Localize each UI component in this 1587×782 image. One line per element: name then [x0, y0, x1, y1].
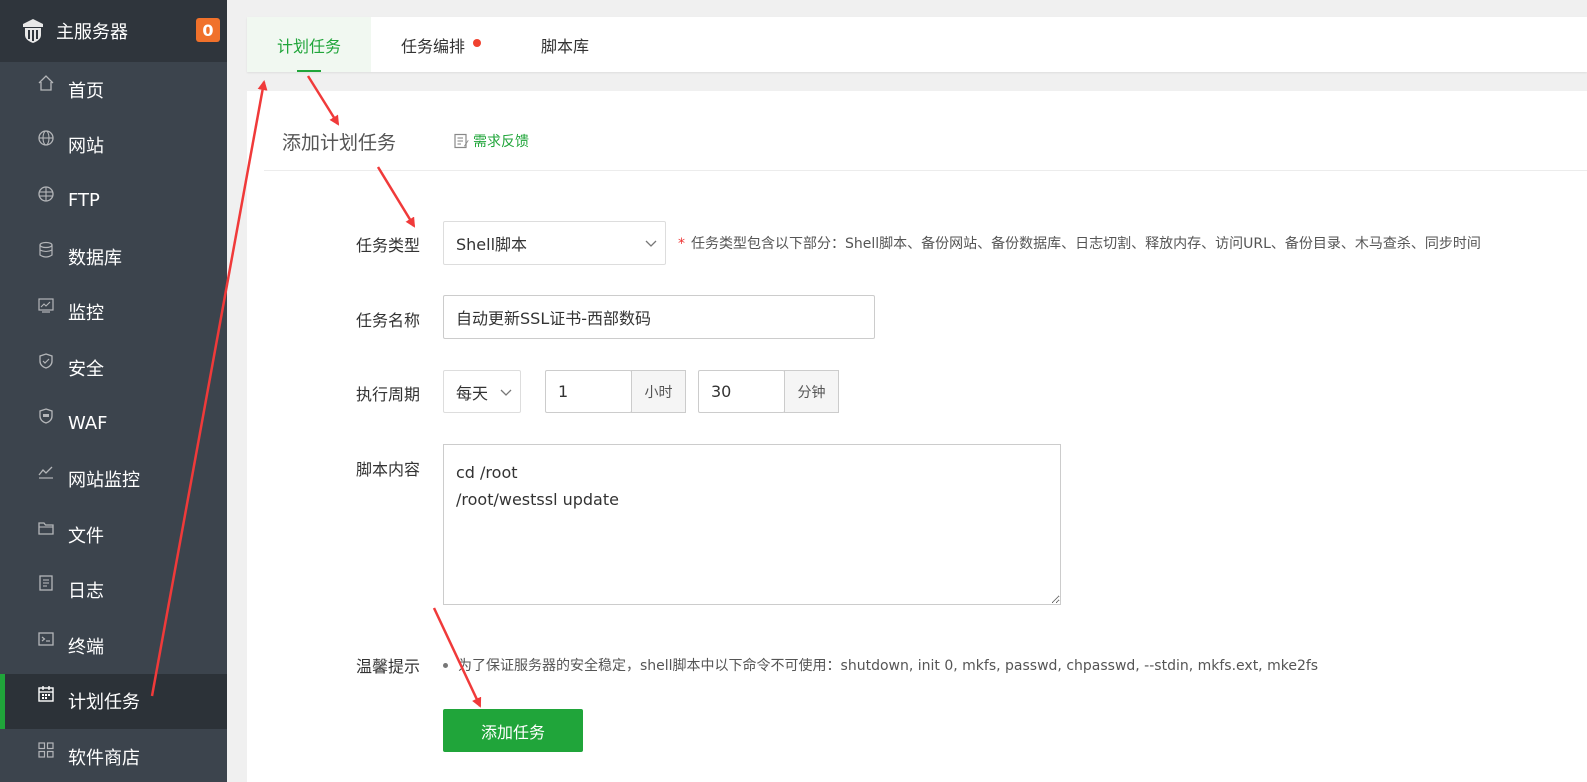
hour-input[interactable] [545, 370, 632, 413]
chevron-down-icon [500, 389, 512, 396]
sidebar-menu: 首页网站 FTP 数据库监控安全 WAF 网站监控文件日志终端计划任务软件商店 [0, 62, 227, 782]
task-name-input[interactable] [443, 295, 875, 339]
sidebar-item[interactable]: 网站 [0, 118, 227, 174]
sidebar-item[interactable]: 文件 [0, 507, 227, 563]
script-label: 脚本内容 [356, 460, 421, 479]
feedback-label: 需求反馈 [473, 134, 529, 150]
minute-unit: 分钟 [784, 370, 839, 413]
sidebar-item-label: 安全 [68, 358, 104, 380]
sidebar-item-label: 终端 [68, 636, 104, 658]
sidebar-item-label: 网站监控 [68, 469, 140, 491]
tab-label: 脚本库 [541, 36, 590, 56]
sidebar-item[interactable]: 计划任务 [0, 673, 227, 730]
sidebar-item[interactable]: WAF [0, 396, 227, 452]
ftp-icon [37, 185, 55, 203]
apps-grid-icon [37, 741, 55, 759]
tab-label: 任务编排 [401, 36, 466, 56]
tab-bar: 计划任务 任务编排 脚本库 [247, 17, 1587, 72]
server-title: 主服务器 [56, 22, 128, 43]
home-icon [37, 74, 55, 92]
notification-badge[interactable]: 0 [196, 18, 220, 42]
task-type-hint: * 任务类型包含以下部分：Shell脚本、备份网站、备份数据库、日志切割、释放内存… [678, 233, 1481, 253]
sidebar-item[interactable]: 数据库 [0, 229, 227, 285]
sidebar: 主服务器 0 首页网站 FTP 数据库监控安全 WAF 网站监控文件日志终端计划任务软件… [0, 0, 227, 782]
sidebar-item[interactable]: FTP [0, 173, 227, 229]
new-dot-indicator [473, 38, 482, 47]
sidebar-item-label: 数据库 [68, 247, 122, 269]
task-type-label: 任务类型 [356, 236, 421, 255]
tab-script-library[interactable]: 脚本库 [511, 17, 619, 72]
hour-unit: 小时 [631, 370, 686, 413]
folder-icon [37, 519, 55, 537]
sidebar-item-label: WAF [68, 412, 108, 434]
sidebar-item[interactable]: 终端 [0, 618, 227, 674]
sidebar-item-label: 首页 [68, 80, 104, 102]
monitor-icon [37, 296, 55, 314]
period-label: 执行周期 [356, 385, 421, 404]
sidebar-item[interactable]: 监控 [0, 284, 227, 340]
tab-label: 计划任务 [277, 36, 342, 56]
server-header[interactable]: 主服务器 0 [0, 0, 227, 62]
add-task-button[interactable]: 添加任务 [443, 709, 583, 752]
database-icon [37, 241, 55, 259]
waf-shield-icon [37, 407, 55, 425]
sidebar-item-label: FTP [68, 190, 100, 212]
tab-scheduled-tasks[interactable]: 计划任务 [247, 17, 372, 72]
sidebar-item-label: 监控 [68, 303, 104, 325]
script-textarea[interactable] [443, 444, 1061, 605]
tip-item: 为了保证服务器的安全稳定，shell脚本中以下命令不可使用：shutdown, … [443, 655, 1318, 675]
period-value: 每天 [456, 383, 489, 403]
main-panel: 添加计划任务 需求反馈 [247, 91, 1587, 782]
sidebar-item-label: 日志 [68, 581, 104, 603]
feedback-link[interactable]: 需求反馈 [454, 131, 529, 151]
tips-label: 温馨提示 [356, 657, 421, 676]
sidebar-item[interactable]: 网站监控 [0, 451, 227, 507]
globe-icon [37, 129, 55, 147]
sidebar-item[interactable]: 日志 [0, 562, 227, 618]
minute-input[interactable] [698, 370, 785, 413]
calendar-icon [37, 685, 55, 703]
task-type-hint-text: 任务类型包含以下部分：Shell脚本、备份网站、备份数据库、日志切割、释放内存、… [691, 236, 1481, 252]
tip-text: 为了保证服务器的安全稳定，shell脚本中以下命令不可使用：shutdown, … [458, 658, 1319, 674]
sidebar-item[interactable]: 安全 [0, 340, 227, 396]
sidebar-item-label: 软件商店 [68, 747, 140, 769]
sidebar-item-label: 网站 [68, 136, 104, 158]
page-title: 添加计划任务 [282, 132, 397, 154]
period-select[interactable]: 每天 [443, 370, 521, 413]
edit-note-icon [454, 133, 469, 149]
server-logo-icon [20, 18, 46, 44]
task-type-value: Shell脚本 [456, 235, 528, 254]
log-icon [37, 574, 55, 592]
chevron-down-icon [645, 240, 657, 247]
sidebar-item[interactable]: 首页 [0, 62, 227, 118]
task-type-select[interactable]: Shell脚本 [443, 221, 666, 265]
sidebar-item-label: 文件 [68, 525, 104, 547]
task-name-label: 任务名称 [356, 311, 421, 330]
sidebar-item-label: 计划任务 [68, 692, 140, 714]
bullet [443, 662, 448, 668]
panel-header: 添加计划任务 需求反馈 [264, 91, 1587, 171]
required-star: * [678, 236, 685, 252]
sidebar-item[interactable]: 软件商店 [0, 729, 227, 782]
tab-task-orchestration[interactable]: 任务编排 [371, 17, 511, 72]
chart-line-icon [37, 463, 55, 481]
terminal-icon [37, 630, 55, 648]
shield-icon [37, 352, 55, 370]
